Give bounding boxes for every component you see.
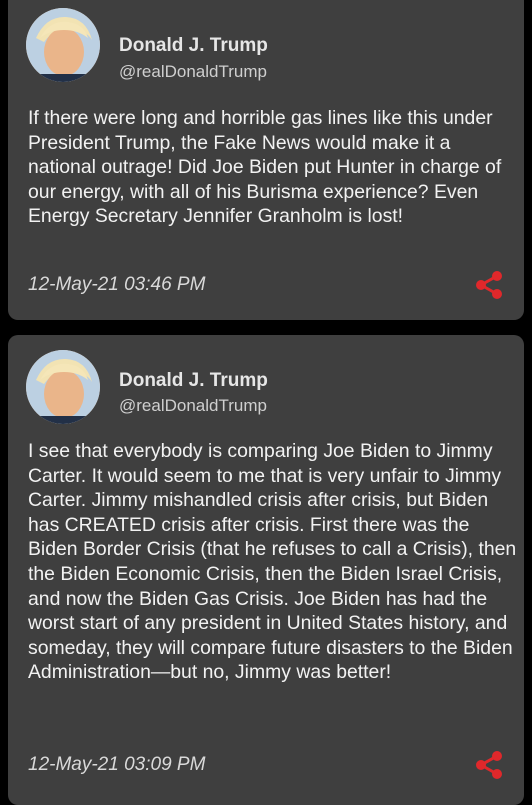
tweet-card: Donald J. Trump @realDonaldTrump If ther… bbox=[8, 0, 524, 320]
tweet-text: I see that everybody is comparing Joe Bi… bbox=[28, 440, 517, 684]
tweet-text: If there were long and horrible gas line… bbox=[28, 107, 502, 228]
author-name[interactable]: Donald J. Trump bbox=[119, 370, 268, 392]
author-handle[interactable]: @realDonaldTrump bbox=[119, 62, 267, 82]
author-handle[interactable]: @realDonaldTrump bbox=[119, 396, 267, 416]
share-icon[interactable] bbox=[474, 750, 504, 780]
tweet-card: Donald J. Trump @realDonaldTrump I see t… bbox=[8, 335, 524, 805]
author-name[interactable]: Donald J. Trump bbox=[119, 35, 268, 57]
avatar[interactable] bbox=[26, 350, 100, 424]
share-icon[interactable] bbox=[474, 270, 504, 300]
tweet-timestamp: 12-May-21 03:46 PM bbox=[28, 274, 206, 295]
tweet-timestamp: 12-May-21 03:09 PM bbox=[28, 754, 206, 775]
avatar[interactable] bbox=[26, 8, 100, 82]
